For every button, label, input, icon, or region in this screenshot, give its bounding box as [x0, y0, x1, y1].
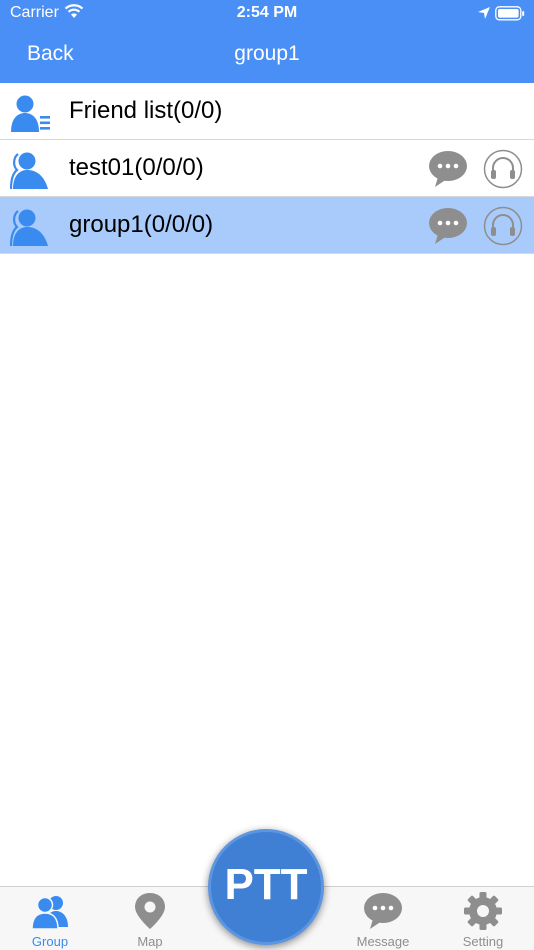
headphones-icon[interactable] — [483, 206, 523, 246]
message-bubble-icon[interactable] — [428, 206, 468, 246]
location-arrow-icon — [477, 6, 491, 25]
clock: 2:54 PM — [236, 4, 298, 21]
push-to-talk-button[interactable]: PTT — [208, 829, 324, 945]
list-item-label: test01(0/0/0) — [69, 154, 204, 181]
message-icon — [364, 893, 402, 929]
list-item-test01[interactable]: test01(0/0/0) — [0, 140, 534, 197]
list-item-group1[interactable]: group1(0/0/0) — [0, 197, 534, 254]
tab-label: Setting — [462, 934, 504, 949]
user-group-icon — [9, 149, 52, 190]
tab-group[interactable]: Group — [0, 887, 100, 950]
app-screen: Carrier 2:54 PM Back group1 Friend list(… — [0, 0, 534, 950]
group-icon — [31, 896, 68, 930]
tab-label: Message — [356, 934, 410, 949]
headphones-icon[interactable] — [483, 149, 523, 189]
top-bar: Carrier 2:54 PM Back group1 — [0, 0, 534, 83]
list-item-label: group1(0/0/0) — [69, 211, 214, 238]
tab-message[interactable]: Message — [333, 887, 433, 950]
friend-list-icon — [10, 92, 52, 132]
gear-icon — [464, 892, 502, 930]
tab-setting[interactable]: Setting — [433, 887, 533, 950]
message-bubble-icon[interactable] — [428, 149, 468, 189]
user-group-icon — [9, 206, 52, 247]
status-bar: Carrier 2:54 PM — [0, 0, 534, 28]
tab-label: Map — [137, 934, 163, 949]
list-item-label: Friend list(0/0) — [69, 97, 223, 124]
battery-icon — [495, 6, 525, 26]
tab-label: Group — [31, 934, 69, 949]
list-item-friend-list[interactable]: Friend list(0/0) — [0, 83, 534, 140]
map-pin-icon — [135, 893, 165, 929]
page-title: group1 — [234, 42, 300, 65]
tab-map[interactable]: Map — [100, 887, 200, 950]
